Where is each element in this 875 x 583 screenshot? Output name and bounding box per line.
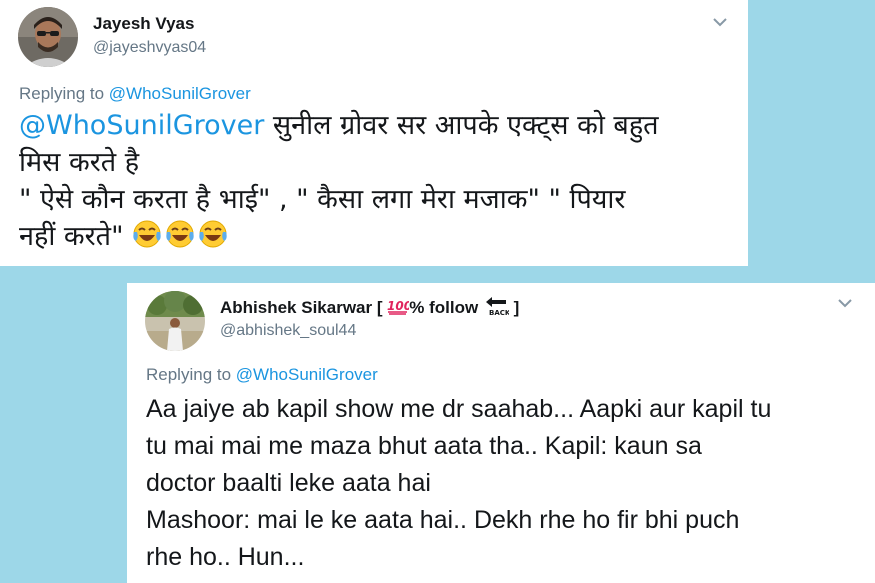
- laughing-tears-emoji: [132, 219, 162, 249]
- text-line-1: सुनील ग्रोवर सर आपके एक्ट्स को बहुत: [264, 110, 659, 141]
- chevron-down-icon[interactable]: [710, 12, 730, 32]
- reply-mention-link[interactable]: @WhoSunilGrover: [109, 84, 251, 103]
- tweet-text: Aa jaiye ab kapil show me dr saahab... A…: [146, 395, 772, 571]
- author-name[interactable]: Abhishek Sikarwar [ 100% follow BACK ]: [220, 296, 519, 318]
- reply-mention-link[interactable]: @WhoSunilGrover: [236, 365, 378, 384]
- tweet-card-abhishek[interactable]: Abhishek Sikarwar [ 100% follow BACK ] @…: [127, 283, 875, 583]
- text-line-4: नहीं करते": [19, 221, 133, 252]
- back-arrow-emoji: BACK: [483, 296, 511, 317]
- replying-to: Replying to @WhoSunilGrover: [19, 84, 251, 104]
- replying-to-label: Replying to: [19, 84, 105, 103]
- chevron-down-icon[interactable]: [835, 293, 855, 313]
- author-handle[interactable]: @abhishek_soul44: [220, 322, 356, 340]
- svg-text:BACK: BACK: [489, 309, 509, 316]
- author-name-mid: % follow: [409, 298, 483, 317]
- author-name[interactable]: Jayesh Vyas: [93, 14, 194, 34]
- svg-text:100: 100: [387, 299, 409, 313]
- tweet-text: @WhoSunilGrover सुनील ग्रोवर सर आपके एक्…: [19, 107, 739, 255]
- laughing-tears-emoji: [165, 219, 195, 249]
- replying-to-label: Replying to: [146, 365, 232, 384]
- laughing-tears-emoji: [198, 219, 228, 249]
- mention-link[interactable]: @WhoSunilGrover: [19, 110, 264, 141]
- text-line-2: मिस करते है: [19, 147, 140, 178]
- tweet-card-jayesh[interactable]: Jayesh Vyas @jayeshvyas04 Replying to @W…: [0, 0, 748, 266]
- hundred-points-emoji: 100: [387, 297, 412, 315]
- author-name-suffix: ]: [508, 298, 520, 317]
- author-name-prefix: Abhishek Sikarwar [: [220, 298, 388, 317]
- author-handle[interactable]: @jayeshvyas04: [93, 39, 206, 57]
- avatar[interactable]: [145, 291, 205, 351]
- text-line-3: " ऐसे कौन करता है भाई" , " कैसा लगा मेरा…: [19, 184, 626, 215]
- avatar[interactable]: [18, 7, 78, 67]
- replying-to: Replying to @WhoSunilGrover: [146, 365, 378, 385]
